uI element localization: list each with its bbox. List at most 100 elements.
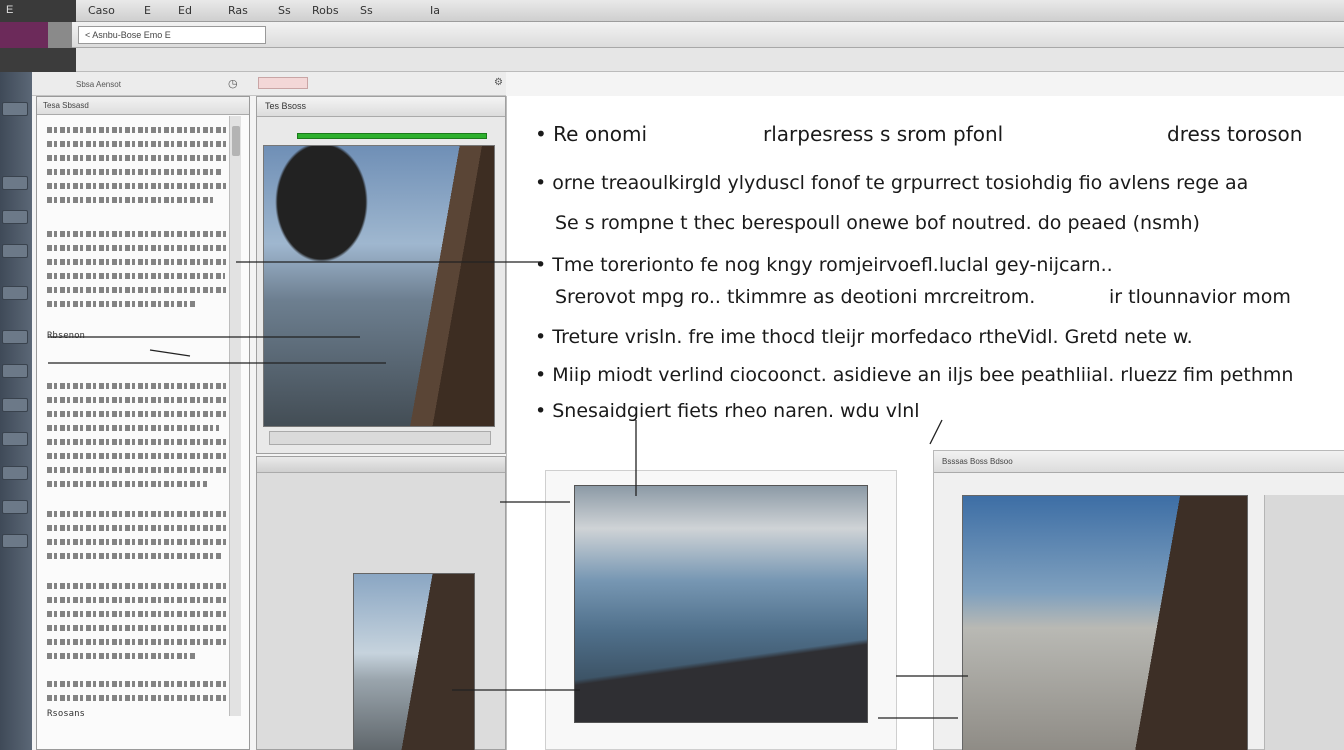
bullet-item: • Tme torerionto fe nog kngy romjeirvoef… (535, 254, 1113, 276)
tool-button[interactable] (2, 432, 28, 446)
color-chip[interactable] (258, 77, 308, 89)
text-line (47, 639, 237, 645)
image-panel: Tes Bsoss (256, 96, 506, 454)
scrollbar[interactable] (229, 116, 241, 716)
bullet-item: • Snesaidgiert fiets rheo naren. wdu vln… (535, 400, 920, 422)
preview-panel (256, 456, 506, 750)
text-line (47, 169, 223, 175)
heading-right: dress toroson (1167, 122, 1303, 146)
bullet-item: • Miip miodt verlind ciocoonct. asidieve… (535, 364, 1294, 386)
toolbar-separator (48, 22, 72, 48)
bullet-text: orne treaoulkirgld ylyduscl fonof te grp… (552, 172, 1249, 194)
menu-item[interactable]: Caso (88, 4, 115, 17)
text-line (47, 397, 231, 403)
options-text: Sbsa Aensot (76, 80, 121, 89)
text-panel: Tesa Sbsasd Rbsenon Rsosans (36, 96, 250, 750)
text-line (47, 597, 229, 603)
text-line (47, 245, 233, 251)
ocean-photo[interactable] (574, 485, 868, 723)
path-toolbar: < Asnbu-Bose Emo E (0, 22, 1344, 48)
menu-item[interactable]: E (144, 4, 151, 17)
text-line (47, 583, 237, 589)
text-line (47, 287, 237, 293)
menu-item[interactable]: Ss (278, 4, 291, 17)
figure-window: Bsssas Boss Bdsoo (933, 450, 1344, 750)
preview-panel-bar (257, 457, 505, 473)
bullet-text: Snesaidgiert fiets rheo naren. wdu vlnl (552, 400, 920, 422)
body-line: ir tlounnavior mom (1109, 286, 1291, 308)
tool-button[interactable] (2, 286, 28, 300)
text-line (47, 539, 237, 545)
tool-button[interactable] (2, 466, 28, 480)
tool-button[interactable] (2, 244, 28, 258)
text-line (47, 141, 229, 147)
text-panel-header: Tesa Sbsasd (37, 97, 249, 115)
text-line (47, 425, 219, 431)
tools-toolbar (0, 48, 1344, 72)
text-line (47, 611, 237, 617)
text-line (47, 383, 237, 389)
accent-swatch (0, 22, 48, 48)
tool-button[interactable] (2, 534, 28, 548)
text-line (47, 695, 231, 701)
text-line (47, 481, 207, 487)
settings-icon[interactable]: ⚙ (494, 77, 503, 88)
text-line (47, 183, 237, 189)
text-line (47, 439, 237, 445)
tool-strip (0, 48, 76, 72)
text-line (47, 155, 237, 161)
menu-item[interactable]: Ed (178, 4, 192, 17)
text-line (47, 259, 237, 265)
figure-frame (545, 470, 897, 750)
tool-button[interactable] (2, 176, 28, 190)
figure-window-header: Bsssas Boss Bdsoo (934, 451, 1344, 473)
menu-item[interactable]: Ss (360, 4, 373, 17)
text-line (47, 525, 231, 531)
text-line (47, 681, 237, 687)
text-line (47, 467, 237, 473)
menu-item[interactable]: Robs (312, 4, 339, 17)
app-window: E Caso E Ed Ras Ss Robs Ss Ia < Asnbu-Bo… (0, 0, 1344, 750)
scrollbar-thumb[interactable] (232, 126, 240, 156)
text-line (47, 301, 197, 307)
tool-button[interactable] (2, 210, 28, 224)
text-line (47, 453, 229, 459)
text-line (47, 553, 223, 559)
text-line (47, 511, 237, 517)
text-label: Rsosans (47, 709, 85, 719)
tool-button[interactable] (2, 364, 28, 378)
image-panel-header: Tes Bsoss (257, 97, 505, 117)
menu-item[interactable]: Ia (430, 4, 440, 17)
clock-icon[interactable]: ◷ (228, 77, 238, 90)
cliff-photo[interactable] (353, 573, 475, 750)
tool-button[interactable] (2, 102, 28, 116)
heading-mid: rlarpesress s srom pfonl (763, 122, 1004, 146)
text-line (47, 273, 225, 279)
menu-bar: E Caso E Ed Ras Ss Robs Ss Ia (0, 0, 1344, 22)
body-line: Se s rompne t thec berespoull onewe bof … (555, 212, 1200, 234)
coastline-photo[interactable] (263, 145, 495, 427)
bullet-text: Tme torerionto fe nog kngy romjeirvoefl.… (552, 254, 1113, 276)
tool-button[interactable] (2, 330, 28, 344)
document-page: • Re onomi rlarpesress s srom pfonl dres… (506, 96, 1344, 750)
text-line (47, 411, 237, 417)
path-field[interactable]: < Asnbu-Bose Emo E (78, 26, 266, 44)
text-line (47, 625, 233, 631)
bullet-text: Treture vrisln. fre ime thocd tleijr mor… (552, 326, 1193, 348)
text-label: Rbsenon (47, 331, 85, 341)
beach-photo[interactable] (962, 495, 1248, 750)
bullet-text: Miip miodt verlind ciocoonct. asidieve a… (552, 364, 1294, 386)
bullet-text: Re onomi (553, 122, 648, 146)
menu-item[interactable]: Ras (228, 4, 248, 17)
bullet-item: • Treture vrisln. fre ime thocd tleijr m… (535, 326, 1193, 348)
text-line (47, 231, 237, 237)
text-line (47, 127, 237, 133)
text-line (47, 197, 215, 203)
app-logo: E (0, 0, 76, 22)
figure-side-panel (1264, 495, 1344, 750)
body-line: Srerovot mpg ro.. tkimmre as deotioni mr… (555, 286, 1036, 308)
tool-button[interactable] (2, 500, 28, 514)
tool-button[interactable] (2, 398, 28, 412)
options-row: Sbsa Aensot ◷ ⚙ (32, 72, 506, 96)
thumbnail-strip[interactable] (269, 431, 491, 445)
